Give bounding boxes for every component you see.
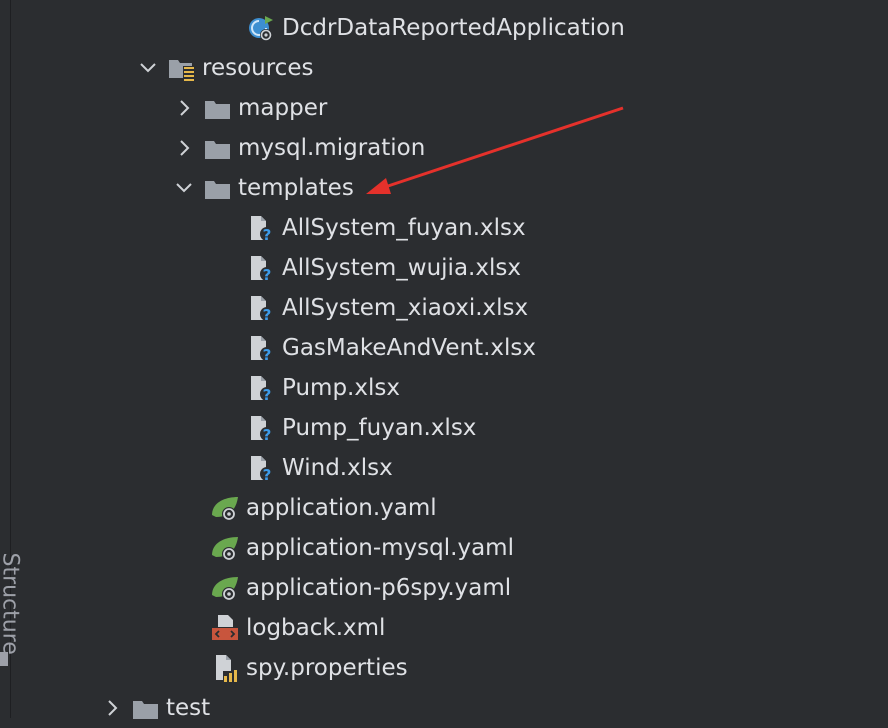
tree-item-file[interactable]: ? Pump_fuyan.xlsx	[10, 408, 888, 448]
tree-item-mapper[interactable]: mapper	[10, 88, 888, 128]
tree-item-label: spy.properties	[246, 655, 408, 681]
folder-icon	[202, 133, 232, 163]
spring-config-icon	[210, 573, 240, 603]
svg-text:?: ?	[263, 266, 272, 283]
tree-item-config[interactable]: application-mysql.yaml	[10, 528, 888, 568]
tree-item-label: application-p6spy.yaml	[246, 575, 511, 601]
tree-item-file[interactable]: ? AllSystem_fuyan.xlsx	[10, 208, 888, 248]
spring-boot-app-icon	[246, 13, 276, 43]
tree-item-label: Wind.xlsx	[282, 455, 393, 481]
svg-text:?: ?	[263, 346, 272, 363]
tree-item-config[interactable]: application.yaml	[10, 488, 888, 528]
chevron-right-icon[interactable]	[102, 698, 122, 718]
svg-text:?: ?	[263, 306, 272, 323]
tree-item-templates[interactable]: templates	[10, 168, 888, 208]
tree-item-label: resources	[202, 55, 313, 81]
tree-item-label: AllSystem_wujia.xlsx	[282, 255, 521, 281]
chevron-right-icon[interactable]	[174, 138, 194, 158]
tree-item-label: logback.xml	[246, 615, 385, 641]
tree-item-test[interactable]: test	[10, 688, 888, 728]
resources-folder-icon	[166, 53, 196, 83]
unknown-file-icon: ?	[246, 213, 276, 243]
unknown-file-icon: ?	[246, 373, 276, 403]
tree-item-label: AllSystem_xiaoxi.xlsx	[282, 295, 528, 321]
unknown-file-icon: ?	[246, 453, 276, 483]
tree-item-resources[interactable]: resources	[10, 48, 888, 88]
svg-text:?: ?	[263, 386, 272, 403]
unknown-file-icon: ?	[246, 333, 276, 363]
tree-item-label: GasMakeAndVent.xlsx	[282, 335, 536, 361]
unknown-file-icon: ?	[246, 413, 276, 443]
project-tree: DcdrDataReportedApplication resources ma…	[10, 0, 888, 718]
chevron-down-icon[interactable]	[138, 58, 158, 78]
properties-file-icon	[210, 653, 240, 683]
tree-item-label: Pump_fuyan.xlsx	[282, 415, 476, 441]
tree-item-label: templates	[238, 175, 354, 201]
tree-item-file[interactable]: ? AllSystem_wujia.xlsx	[10, 248, 888, 288]
tree-item-label: Pump.xlsx	[282, 375, 400, 401]
spring-config-icon	[210, 493, 240, 523]
tree-item-file[interactable]: ? GasMakeAndVent.xlsx	[10, 328, 888, 368]
tree-item-label: mysql.migration	[238, 135, 425, 161]
svg-text:?: ?	[263, 226, 272, 243]
tree-item-logback[interactable]: logback.xml	[10, 608, 888, 648]
folder-icon	[202, 173, 232, 203]
tree-item-label: AllSystem_fuyan.xlsx	[282, 215, 526, 241]
xml-file-icon	[210, 613, 240, 643]
tree-item-label: mapper	[238, 95, 327, 121]
folder-icon	[130, 693, 160, 723]
tree-item-label: test	[166, 695, 210, 721]
chevron-right-icon[interactable]	[174, 98, 194, 118]
tree-item-label: application.yaml	[246, 495, 437, 521]
spring-config-icon	[210, 533, 240, 563]
tree-item-mysql-migration[interactable]: mysql.migration	[10, 128, 888, 168]
unknown-file-icon: ?	[246, 293, 276, 323]
tree-item-config[interactable]: application-p6spy.yaml	[10, 568, 888, 608]
tree-item-spy-properties[interactable]: spy.properties	[10, 648, 888, 688]
tree-item-file[interactable]: ? Wind.xlsx	[10, 448, 888, 488]
unknown-file-icon: ?	[246, 253, 276, 283]
folder-icon	[202, 93, 232, 123]
tree-item-app-class[interactable]: DcdrDataReportedApplication	[10, 8, 888, 48]
tree-item-file[interactable]: ? AllSystem_xiaoxi.xlsx	[10, 288, 888, 328]
chevron-down-icon[interactable]	[174, 178, 194, 198]
svg-text:?: ?	[263, 466, 272, 483]
tree-item-label: application-mysql.yaml	[246, 535, 514, 561]
tree-item-file[interactable]: ? Pump.xlsx	[10, 368, 888, 408]
structure-icon	[0, 652, 8, 666]
svg-text:?: ?	[263, 426, 272, 443]
tree-item-label: DcdrDataReportedApplication	[282, 15, 625, 41]
